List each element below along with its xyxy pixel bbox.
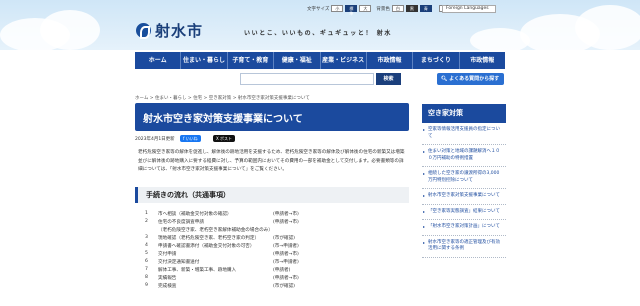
- step-label: 申請書へ確認書添付（補助金交付対象の可否）: [158, 244, 255, 249]
- bg-blue-button[interactable]: 青: [419, 5, 432, 12]
- step-actor: (申請者): [273, 268, 291, 273]
- sidebar-item[interactable]: 住まい対策と地域の課題解消へ１００万円補助の特例措置: [422, 145, 506, 167]
- language-select[interactable]: Foreign Languages: [442, 5, 496, 13]
- nav-living[interactable]: 住まい・暮らし: [181, 52, 228, 69]
- step-actor: (申請者→市): [273, 212, 299, 217]
- step-row: 7 解体工事、新築・増築工事、跡地購入 (申請者): [138, 267, 408, 275]
- step-label: （老朽危険空き家、老朽空き家解体補助金の場合のみ）: [158, 228, 273, 233]
- step-label: 実績報告: [158, 276, 177, 281]
- header-banner: 射水市 いいとこ、いいもの、ギュギュッと！ 射水 文字サイズ 小 標準 大 背景…: [0, 0, 640, 50]
- step-row: 9 完成検査 (市が確認): [138, 283, 408, 291]
- nav-health[interactable]: 健康・福祉: [274, 52, 321, 69]
- cloud-decoration: [575, 5, 640, 50]
- faq-button[interactable]: 🔍︎ よくある質問から探す: [437, 73, 504, 85]
- step-row: 3 現地確認（老朽危険空き家、老朽空き家の判定） (市が確認): [138, 235, 408, 243]
- sidebar-item[interactable]: 射水市空き家対策支援事業について: [422, 189, 506, 205]
- like-label: いいね: [185, 136, 198, 141]
- step-row: 1 市へ相談（補助金交付対象の確認） (申請者→市): [138, 211, 408, 219]
- nav-business[interactable]: 産業・ビジネス: [320, 52, 367, 69]
- step-number: 2: [145, 219, 148, 224]
- post-label: ポスト: [220, 136, 233, 141]
- step-number: 7: [145, 267, 148, 272]
- utility-bar: 文字サイズ 小 標準 大 背景色 白 黒 青 読み上げ: [307, 5, 463, 16]
- cloud-decoration: [470, 28, 530, 50]
- bg-black-button[interactable]: 黒: [405, 5, 418, 12]
- step-actor: (市が確認): [273, 236, 295, 241]
- bg-color-label: 背景色: [376, 6, 390, 12]
- search-icon: 🔍︎: [441, 76, 448, 82]
- sidebar-item[interactable]: 「射水市空き家対策計画」について: [422, 220, 506, 236]
- step-actor: (市→申請者): [273, 260, 299, 265]
- sidebar-item[interactable]: 相続した空き家の譲渡所得の3,000万円特別控除について: [422, 167, 506, 189]
- sidebar-item[interactable]: 射水市空き家等の適正管理及び有効活用に関する条例: [422, 236, 506, 258]
- step-number: 6: [145, 259, 148, 264]
- page-title-box: 射水市空き家対策支援事業について: [135, 103, 409, 131]
- page-title: 射水市空き家対策支援事業について: [143, 114, 303, 125]
- nav-home[interactable]: ホーム: [135, 52, 182, 69]
- city-logo[interactable]: 射水市: [136, 20, 203, 41]
- step-actor: (申請者→市): [273, 220, 299, 225]
- sidebar-item[interactable]: 空家等情報活用支援員の指定について: [422, 123, 506, 145]
- step-label: 住宅の不良度調査申請: [158, 220, 204, 225]
- nav-town[interactable]: まちづくり: [413, 52, 460, 69]
- step-label: 解体工事、新築・増築工事、跡地購入: [158, 268, 237, 273]
- intro-paragraph: 老朽危険空き家等の解体を促進し、解体後の跡地活用を支援するため、老朽危険空き家等…: [138, 150, 405, 172]
- sidebar-item[interactable]: 「空き家等実態調査」結果について: [422, 205, 506, 220]
- global-nav: ホーム 住まい・暮らし 子育て・教育 健康・福祉 産業・ビジネス 市政情報 まち…: [135, 52, 505, 69]
- breadcrumb[interactable]: ホーム > 住まい・暮らし > 住宅 > 空き家対策 > 射水市空き家対策支援事…: [135, 95, 310, 101]
- updated-date: 2023年4月1日更新: [135, 137, 175, 142]
- step-row: 2 住宅の不良度調査申請 (申請者→市): [138, 219, 408, 227]
- font-standard-button[interactable]: 標準: [345, 5, 358, 16]
- nav-childcare[interactable]: 子育て・教育: [227, 52, 275, 69]
- step-label: 交付決定通知書送付: [158, 260, 200, 265]
- step-row: 6 交付決定通知書送付 (市→申請者): [138, 259, 408, 267]
- step-label: 完成検査: [158, 284, 177, 289]
- sidebar-list: 空家等情報活用支援員の指定について 住まい対策と地域の課題解消へ１００万円補助の…: [422, 123, 506, 258]
- step-row: （老朽危険空き家、老朽空き家解体補助金の場合のみ）: [138, 227, 408, 235]
- step-actor: (申請者→市): [273, 276, 299, 281]
- search-button[interactable]: 検索: [376, 73, 401, 85]
- x-post-button[interactable]: X ポスト: [213, 135, 236, 142]
- city-name: 射水市: [155, 22, 204, 40]
- font-size-label: 文字サイズ: [307, 6, 330, 12]
- city-emblem-icon: [136, 23, 151, 39]
- nav-admin[interactable]: 市政情報: [459, 52, 505, 69]
- step-row: 5 交付申請 (申請者→市): [138, 251, 408, 259]
- search-input[interactable]: [240, 73, 374, 85]
- step-number: 4: [145, 243, 148, 248]
- step-number: 8: [145, 275, 148, 280]
- font-small-button[interactable]: 小: [331, 5, 344, 12]
- step-number: 5: [145, 251, 148, 256]
- step-label: 現地確認（老朽危険空き家、老朽空き家の判定）: [158, 236, 260, 241]
- step-actor: (市→申請者): [273, 244, 299, 249]
- bg-white-button[interactable]: 白: [391, 5, 404, 12]
- step-number: 9: [145, 283, 148, 288]
- faq-label: よくある質問から探す: [449, 76, 500, 82]
- facebook-like-button[interactable]: f いいね: [180, 135, 201, 142]
- sidebar-title: 空き家対策: [422, 104, 506, 123]
- step-actor: (申請者→市): [273, 252, 299, 257]
- step-label: 交付申請: [158, 252, 177, 257]
- step-number: 3: [145, 235, 148, 240]
- step-label: 市へ相談（補助金交付対象の確認）: [158, 212, 232, 217]
- step-number: 1: [145, 211, 148, 216]
- step-row: 4 申請書へ確認書添付（補助金交付対象の可否） (市→申請者): [138, 243, 408, 251]
- city-slogan: いいとこ、いいもの、ギュギュッと！ 射水: [244, 30, 392, 37]
- section-title: 手続きの流れ（共通事項）: [146, 191, 230, 199]
- section-heading: 手続きの流れ（共通事項）: [135, 187, 409, 203]
- nav-city-info[interactable]: 市政情報: [366, 52, 414, 69]
- step-row: 8 実績報告 (申請者→市): [138, 275, 408, 283]
- font-large-button[interactable]: 大: [359, 5, 372, 12]
- cloud-decoration: [40, 10, 100, 50]
- step-actor: (市が確認): [273, 284, 295, 289]
